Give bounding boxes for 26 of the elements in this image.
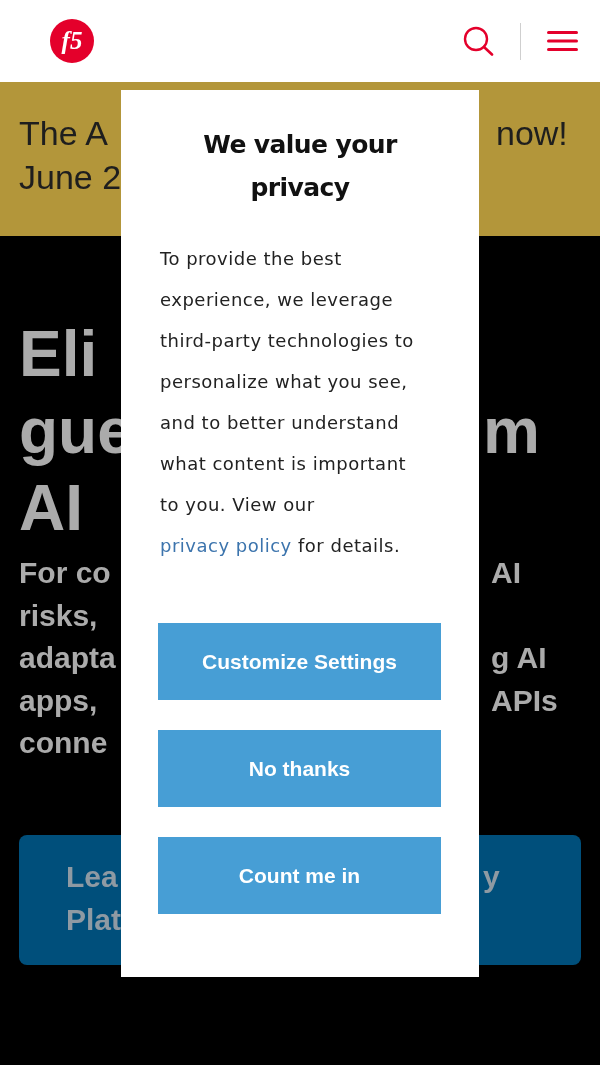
hero-subtitle: g AI (491, 640, 547, 676)
hero-heading: Eli (19, 317, 98, 392)
menu-icon[interactable] (547, 30, 578, 52)
hero-subtitle: APIs (491, 682, 558, 719)
privacy-policy-link[interactable]: privacy policy (160, 535, 292, 556)
cta-label: Plat (66, 901, 122, 938)
hero-subtitle: adapta (19, 640, 116, 676)
banner-text: now! (496, 113, 568, 154)
cta-label: Lea (66, 858, 118, 895)
dialog-button[interactable]: Customize Settings (158, 623, 441, 700)
cta-label: y (483, 858, 500, 895)
privacy-text: To provide the best experience, we leverage third-party technologies to personalize what you see, and to better understand what content is important to you. View our privacy policy for details. (160, 247, 415, 558)
hero-subtitle: AI (491, 555, 521, 591)
logo-icon[interactable]: f5 (49, 18, 95, 64)
dialog-button[interactable]: Count me in (158, 837, 441, 914)
hero-subtitle: risks, (19, 597, 98, 634)
banner-text: The A (19, 113, 108, 154)
hero-subtitle: For co (19, 555, 111, 591)
search-icon[interactable] (463, 26, 494, 56)
hero-subtitle: apps, (19, 682, 98, 719)
banner-text: June 2 (19, 157, 122, 198)
hero-heading: m (483, 394, 540, 469)
hero-subtitle: conne (19, 725, 108, 761)
dialog-button[interactable]: No thanks (158, 730, 441, 807)
hero-heading: AI (19, 471, 83, 546)
dialog-title: We value your privacy (202, 129, 399, 204)
